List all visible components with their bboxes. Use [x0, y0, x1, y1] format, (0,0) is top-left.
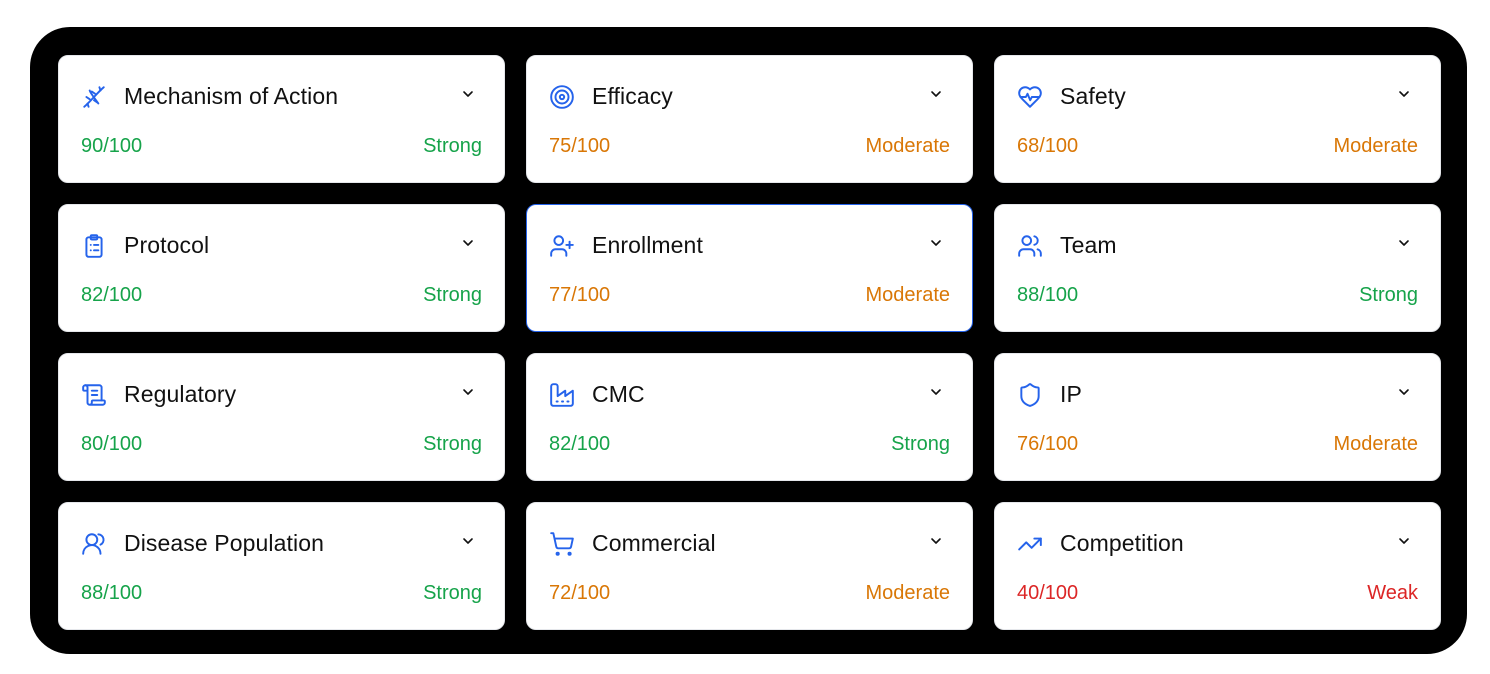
score-value: 72/100 [549, 582, 611, 604]
score-value: 88/100 [1017, 284, 1079, 306]
chevron-down-icon[interactable] [928, 384, 944, 400]
clipboard-list-icon [81, 233, 107, 259]
card-title: Safety [1060, 83, 1126, 109]
card-ip[interactable]: IP 76/100 Moderate [994, 353, 1441, 481]
score-value: 88/100 [81, 582, 143, 604]
card-safety[interactable]: Safety 68/100 Moderate [994, 55, 1441, 183]
card-commercial[interactable]: Commercial 72/100 Moderate [526, 502, 973, 630]
score-value: 75/100 [549, 135, 611, 157]
rating-label: Weak [1367, 582, 1418, 604]
chevron-down-icon[interactable] [928, 533, 944, 549]
chevron-down-icon[interactable] [460, 533, 476, 549]
target-icon [549, 84, 575, 110]
score-value: 40/100 [1017, 582, 1079, 604]
shield-icon [1017, 382, 1043, 408]
card-team[interactable]: Team 88/100 Strong [994, 204, 1441, 332]
score-value: 80/100 [81, 433, 143, 455]
card-disease-population[interactable]: Disease Population 88/100 Strong [58, 502, 505, 630]
scorecard-panel: Mechanism of Action 90/100 Strong Effica… [30, 27, 1467, 654]
rating-label: Strong [891, 433, 950, 455]
score-value: 68/100 [1017, 135, 1079, 157]
chevron-down-icon[interactable] [460, 86, 476, 102]
card-title: Regulatory [124, 381, 237, 407]
card-mechanism-of-action[interactable]: Mechanism of Action 90/100 Strong [58, 55, 505, 183]
card-title: Commercial [592, 530, 716, 556]
users-icon [1017, 233, 1043, 259]
card-protocol[interactable]: Protocol 82/100 Strong [58, 204, 505, 332]
score-value: 76/100 [1017, 433, 1079, 455]
rating-label: Moderate [865, 135, 951, 157]
rating-label: Strong [1359, 284, 1418, 306]
user-plus-icon [549, 233, 575, 259]
card-title: Team [1060, 232, 1117, 258]
card-efficacy[interactable]: Efficacy 75/100 Moderate [526, 55, 973, 183]
score-value: 90/100 [81, 135, 143, 157]
rating-label: Strong [423, 582, 482, 604]
score-value: 77/100 [549, 284, 611, 306]
card-title: Efficacy [592, 83, 673, 109]
card-competition[interactable]: Competition 40/100 Weak [994, 502, 1441, 630]
card-title: Enrollment [592, 232, 703, 258]
card-title: CMC [592, 381, 645, 407]
score-value: 82/100 [81, 284, 143, 306]
trending-up-icon [1017, 531, 1043, 557]
card-enrollment[interactable]: Enrollment 77/100 Moderate [526, 204, 973, 332]
chevron-down-icon[interactable] [1396, 533, 1412, 549]
card-title: IP [1060, 381, 1082, 407]
rating-label: Moderate [1333, 135, 1419, 157]
dna-icon [81, 84, 107, 110]
card-title: Disease Population [124, 530, 324, 556]
rating-label: Moderate [865, 284, 951, 306]
factory-icon [549, 382, 575, 408]
rating-label: Moderate [1333, 433, 1419, 455]
chevron-down-icon[interactable] [1396, 235, 1412, 251]
rating-label: Strong [423, 284, 482, 306]
scroll-icon [81, 382, 107, 408]
chevron-down-icon[interactable] [1396, 86, 1412, 102]
chevron-down-icon[interactable] [460, 235, 476, 251]
users-round-icon [81, 531, 107, 557]
shopping-cart-icon [549, 531, 575, 557]
rating-label: Strong [423, 433, 482, 455]
score-value: 82/100 [549, 433, 611, 455]
heart-pulse-icon [1017, 84, 1043, 110]
category-grid: Mechanism of Action 90/100 Strong Effica… [58, 55, 1441, 630]
rating-label: Moderate [865, 582, 951, 604]
chevron-down-icon[interactable] [1396, 384, 1412, 400]
card-title: Competition [1060, 530, 1184, 556]
chevron-down-icon[interactable] [460, 384, 476, 400]
card-regulatory[interactable]: Regulatory 80/100 Strong [58, 353, 505, 481]
card-title: Mechanism of Action [124, 83, 339, 109]
chevron-down-icon[interactable] [928, 86, 944, 102]
card-title: Protocol [124, 232, 210, 258]
chevron-down-icon[interactable] [928, 235, 944, 251]
rating-label: Strong [423, 135, 482, 157]
card-cmc[interactable]: CMC 82/100 Strong [526, 353, 973, 481]
